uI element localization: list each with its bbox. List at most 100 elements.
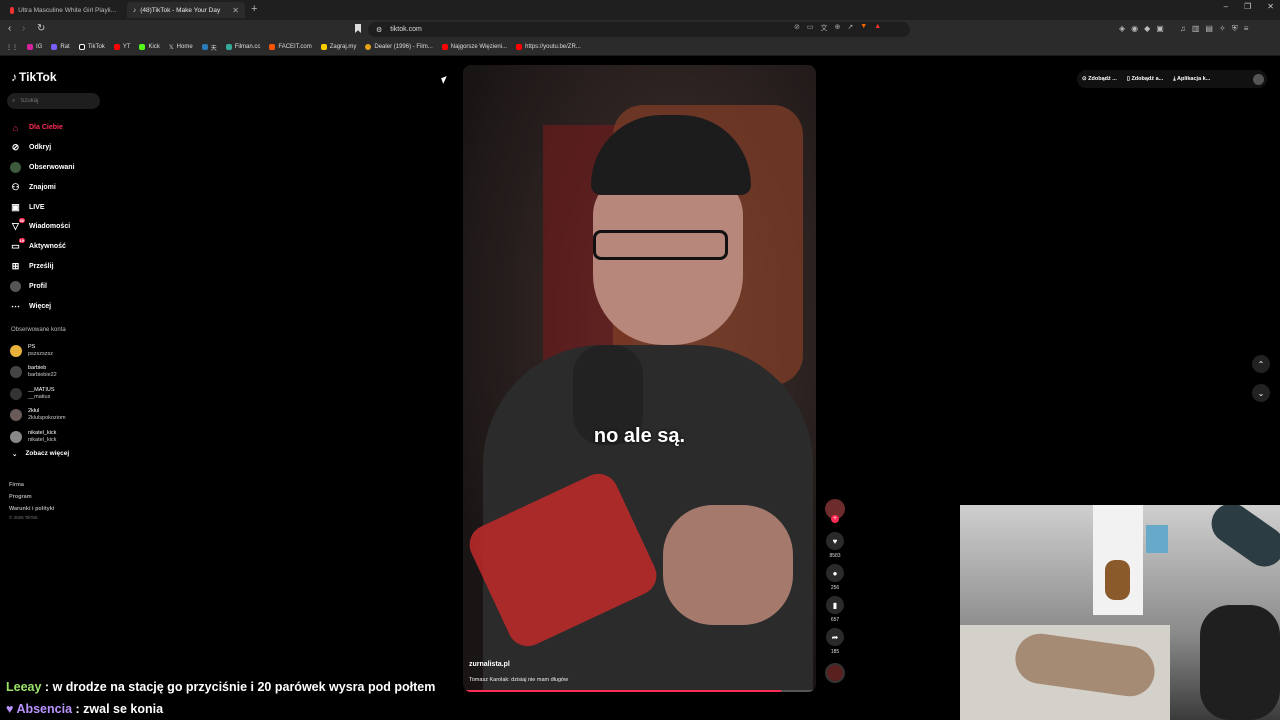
reload-icon[interactable]: ↻ [37, 23, 45, 34]
footer-link-company[interactable]: Firma [9, 479, 54, 491]
vpn-icon[interactable]: ⛨ [1232, 24, 1238, 34]
like-count: 8583 [829, 553, 841, 559]
bookmark-item[interactable]: Dealer (1996) - Film... [365, 44, 433, 50]
tiktok-icon [78, 44, 85, 50]
chat-text: zwal se konia [83, 702, 164, 716]
close-tab-icon[interactable]: ✕ [232, 6, 239, 15]
sidebar-item-friends[interactable]: ⚇ Znajomi [10, 177, 100, 197]
forward-icon[interactable]: › [22, 23, 25, 34]
search-input[interactable] [20, 98, 91, 104]
leo-icon[interactable]: ✧ [1219, 24, 1226, 34]
get-app-button[interactable]: ▯ Zdobądź a... [1127, 76, 1163, 82]
footer-link-terms[interactable]: Warunki i polityki [9, 503, 54, 515]
bookmark-item[interactable]: https://youtu.be/ZR... [516, 44, 581, 50]
like-button[interactable]: ♥ [826, 532, 844, 550]
cast-icon[interactable]: ▭ [807, 23, 814, 33]
bookmark-item[interactable]: 𝕏 Home [169, 44, 193, 51]
sidebar-item-activity[interactable]: ▭ 19 Aktywność [10, 237, 100, 257]
account-name: __MATIUS [28, 386, 55, 393]
menu-icon[interactable]: ≡ [1244, 24, 1249, 34]
messages-icon: ▽ 36 [12, 218, 25, 232]
sidebar-item-messages[interactable]: ▽ 36 Wiadomości [10, 217, 100, 237]
search-box[interactable]: ⌕ [7, 93, 100, 109]
sidebar-item-explore[interactable]: ⊘ Odkryj [10, 138, 100, 158]
sidebar-icon[interactable]: ▥ [1192, 24, 1200, 34]
bookmark-favicon [51, 44, 58, 50]
messages-badge: 36 [18, 218, 25, 224]
bookmark-item[interactable]: Rat [51, 44, 70, 50]
rewards-icon[interactable]: ▲ [874, 23, 881, 33]
creator-avatar[interactable]: + [825, 499, 845, 523]
kick-icon [139, 44, 146, 50]
bookmark-item[interactable]: 天 [201, 43, 217, 52]
sidebar-item-for-you[interactable]: ⌂ Dla Ciebie [10, 118, 100, 138]
comment-button[interactable]: ● [826, 564, 844, 582]
bookmark-item[interactable]: IG [27, 44, 42, 50]
account-username: pszszszsz [28, 350, 54, 357]
desktop-app-button[interactable]: ⤓ Aplikacja k... [1173, 76, 1210, 83]
bookmark-item[interactable]: Zagraj.my [320, 44, 356, 50]
instagram-icon [27, 44, 33, 50]
bookmark-item[interactable]: Najgorsze Więzieni... [441, 44, 507, 50]
apps-icon[interactable]: ⋮⋮ [6, 44, 18, 51]
account-item[interactable]: barbieb barbiebie22 [10, 362, 100, 384]
mouse-cursor [441, 76, 449, 84]
share-button[interactable]: ➦ [826, 628, 844, 646]
account-item[interactable]: PS pszszszsz [10, 340, 100, 362]
brave-shield-icon[interactable]: ▼ [860, 23, 867, 33]
video-author[interactable]: zurnalista.pl [469, 661, 510, 668]
translate-icon[interactable]: 文 [821, 23, 828, 33]
chat-username: Absencia [16, 702, 73, 716]
sidebar-item-upload[interactable]: ⊞ Prześlij [10, 257, 100, 277]
tab-playlist[interactable]: Ultra Masculine White Girl Playli... [4, 2, 122, 18]
bookmark-item[interactable]: Filman.cc [225, 44, 260, 50]
extension-icon[interactable]: ◈ [1119, 24, 1125, 34]
save-count: 657 [830, 617, 840, 623]
back-icon[interactable]: ‹ [8, 23, 11, 34]
chat-username: Leeay [6, 680, 42, 694]
zoom-icon[interactable]: ⊕ [835, 23, 841, 33]
close-window-icon[interactable]: ✕ [1267, 2, 1274, 11]
account-item[interactable]: nikatel_kick nikatel_kick [10, 426, 100, 448]
save-button[interactable]: ▮ [826, 596, 844, 614]
sidebar-item-profile[interactable]: Profil [10, 276, 100, 296]
video-progress-bar[interactable] [463, 690, 816, 692]
sidebar-item-following[interactable]: Obserwowani [10, 158, 100, 178]
site-info-icon[interactable]: ⚙ [376, 26, 382, 34]
share-icon[interactable]: ↗ [847, 23, 853, 33]
footer-links: Firma Program Warunki i polityki [9, 479, 54, 515]
tab-tiktok[interactable]: ♪ (48)TikTok - Make Your Day ✕ [127, 2, 245, 18]
extension-icon[interactable]: ◆ [1144, 24, 1150, 34]
next-video-button[interactable]: ⌄ [1252, 384, 1270, 402]
new-tab-button[interactable]: + [251, 3, 257, 15]
wallet-icon[interactable]: ▤ [1205, 24, 1213, 34]
bookmark-item[interactable]: FACEIT.com [269, 44, 312, 50]
see-more-button[interactable]: ⌄ Zobacz więcej [12, 450, 69, 458]
tab-title: (48)TikTok - Make Your Day [140, 6, 221, 14]
extension-icon[interactable]: ▣ [1156, 24, 1164, 34]
tiktok-logo[interactable]: ♪ TikTok [11, 70, 57, 84]
x-icon: 𝕏 [168, 44, 174, 51]
avatar [10, 366, 22, 379]
video-player[interactable]: no ale są. zurnalista.pl Tomasz Karolak:… [463, 65, 816, 692]
extension-icon[interactable]: ◉ [1131, 24, 1138, 34]
previous-video-button[interactable]: ⌃ [1252, 355, 1270, 373]
footer-link-program[interactable]: Program [9, 491, 54, 503]
restore-icon[interactable]: ❐ [1244, 2, 1251, 11]
bookmark-item[interactable]: TikTok [78, 44, 105, 50]
reader-icon[interactable]: ⊘ [794, 23, 800, 33]
account-item[interactable]: 2kłul 2klulspokoziom [10, 405, 100, 427]
video-description: Tomasz Karolak: dzisiaj nie mam długów [469, 677, 569, 683]
music-disc-icon[interactable] [825, 663, 845, 683]
youtube-icon [10, 6, 15, 14]
follow-plus-icon[interactable]: + [831, 515, 839, 523]
account-item[interactable]: __MATIUS __matius [10, 383, 100, 405]
minimize-icon[interactable]: – [1224, 2, 1228, 11]
bookmark-item[interactable]: Kick [139, 44, 160, 50]
sidebar-item-more[interactable]: ⋯ Więcej [10, 296, 100, 316]
user-avatar[interactable] [1253, 73, 1264, 85]
get-coins-button[interactable]: ⊙ Zdobądź ... [1082, 76, 1117, 82]
music-icon[interactable]: ♫ [1180, 24, 1186, 34]
bookmark-item[interactable]: YT [113, 44, 130, 50]
sidebar-item-live[interactable]: ▣ LIVE [10, 197, 100, 217]
